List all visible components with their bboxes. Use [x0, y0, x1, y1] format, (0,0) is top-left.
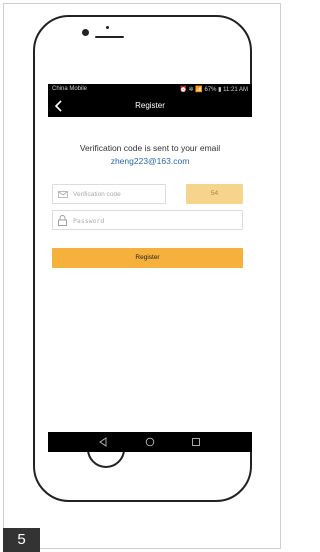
figure-page-number: 5	[3, 528, 40, 552]
earpiece-speaker-icon	[95, 36, 124, 38]
system-navigation-bar	[48, 432, 252, 452]
phone-screen: China Mobile ⏰ ✲ 📶 67% ▮ 11:21 AM Regist…	[48, 84, 252, 452]
password-field[interactable]	[52, 210, 243, 230]
verification-code-field[interactable]	[52, 184, 166, 204]
verification-info-text: Verification code is sent to your email	[79, 143, 221, 153]
recent-square-icon[interactable]	[191, 437, 201, 447]
back-triangle-icon[interactable]	[98, 437, 108, 447]
lock-icon	[58, 215, 67, 226]
front-camera-icon	[82, 29, 89, 36]
status-bar: China Mobile ⏰ ✲ 📶 67% ▮ 11:21 AM	[48, 84, 252, 95]
navigation-bar: Register	[48, 95, 252, 117]
register-button[interactable]: Register	[52, 248, 243, 268]
home-circle-icon[interactable]	[145, 437, 155, 447]
status-indicators: ⏰ ✲ 📶 67% ▮ 11:21 AM	[179, 87, 248, 93]
page-title: Register	[135, 101, 165, 110]
password-input[interactable]	[73, 213, 238, 228]
verification-code-input[interactable]	[73, 187, 163, 202]
email-address: zheng223@163.com	[110, 156, 190, 166]
sensor-icon	[106, 26, 109, 29]
carrier-label: China Mobile	[52, 86, 88, 92]
resend-countdown-button[interactable]: 54	[186, 184, 243, 204]
mail-icon	[58, 191, 68, 198]
